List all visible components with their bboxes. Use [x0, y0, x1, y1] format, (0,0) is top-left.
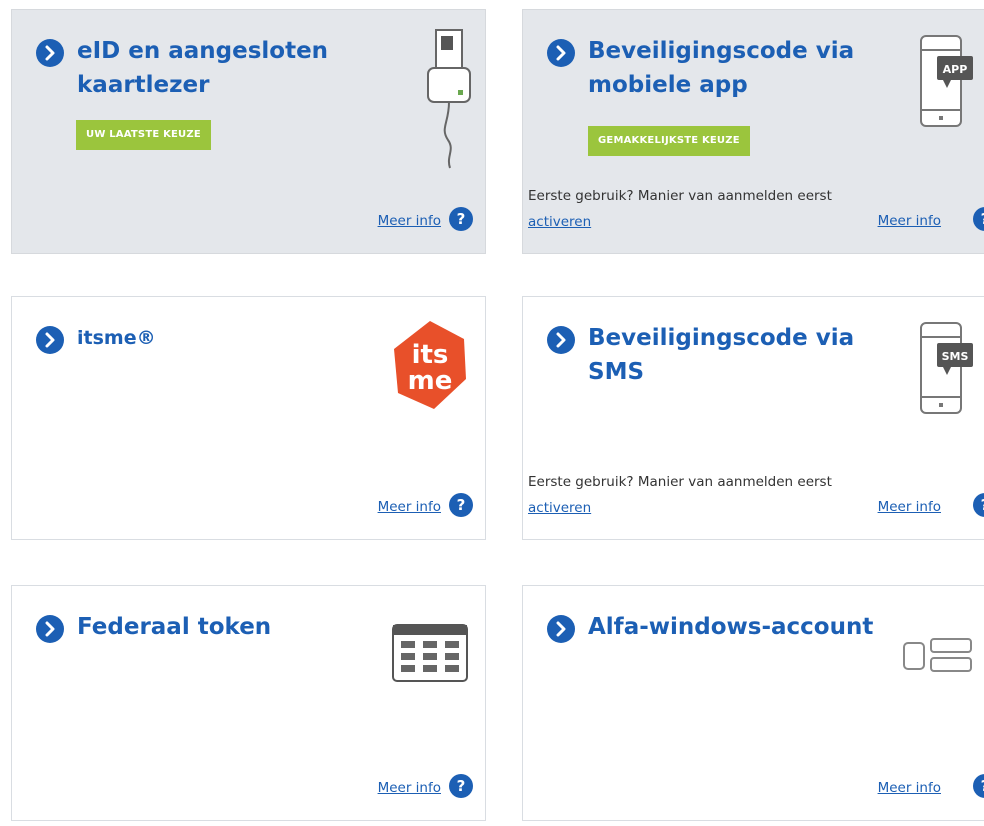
account-icon — [903, 638, 972, 672]
help-icon[interactable]: ? — [449, 207, 473, 231]
first-use-text: Eerste gebruik? Manier van aanmelden eer… — [528, 188, 832, 204]
mobile-app-icon: APP — [920, 35, 973, 127]
sms-icon-label: SMS — [942, 350, 969, 363]
token-grid-icon — [392, 624, 468, 682]
chevron-right-icon[interactable] — [547, 615, 575, 643]
option-title[interactable]: Alfa-windows-account — [588, 610, 888, 644]
easiest-choice-badge: GEMAKKELIJKSTE KEUZE — [588, 126, 750, 156]
login-option-sms[interactable]: Beveiligingscode via SMS SMS Eerste gebr… — [522, 296, 984, 540]
login-option-federal-token[interactable]: Federaal token Meer info ? — [11, 585, 486, 821]
chevron-right-icon[interactable] — [36, 39, 64, 67]
chevron-right-icon[interactable] — [36, 615, 64, 643]
option-title[interactable]: Beveiligingscode via SMS — [588, 321, 888, 389]
more-info-link[interactable]: Meer info — [378, 780, 441, 796]
activate-link[interactable]: activeren — [528, 214, 591, 230]
help-icon[interactable]: ? — [973, 207, 984, 231]
chevron-right-icon[interactable] — [547, 326, 575, 354]
more-info-link[interactable]: Meer info — [378, 499, 441, 515]
first-use-text: Eerste gebruik? Manier van aanmelden eer… — [528, 474, 832, 490]
option-title[interactable]: Beveiligingscode via mobiele app — [588, 34, 908, 102]
first-use-note: Eerste gebruik? Manier van aanmelden eer… — [528, 183, 868, 235]
login-option-eid[interactable]: eID en aangesloten kaartlezer UW LAATSTE… — [11, 9, 486, 254]
activate-link[interactable]: activeren — [528, 500, 591, 516]
help-icon[interactable]: ? — [449, 774, 473, 798]
last-choice-badge: UW LAATSTE KEUZE — [76, 120, 211, 150]
option-title[interactable]: eID en aangesloten kaartlezer — [77, 34, 377, 102]
sms-phone-icon: SMS — [920, 322, 973, 414]
itsme-logo-bottom: me — [408, 366, 453, 396]
login-option-mobile-app[interactable]: Beveiligingscode via mobiele app GEMAKKE… — [522, 9, 984, 254]
card-reader-icon — [427, 29, 471, 169]
help-icon[interactable]: ? — [973, 493, 984, 517]
chevron-right-icon[interactable] — [36, 326, 64, 354]
help-icon[interactable]: ? — [449, 493, 473, 517]
more-info-link[interactable]: Meer info — [878, 499, 941, 515]
more-info-link[interactable]: Meer info — [878, 213, 941, 229]
itsme-logo: its me — [394, 321, 466, 409]
login-option-alfa-windows-account[interactable]: Alfa-windows-account Meer info ? — [522, 585, 984, 821]
more-info-link[interactable]: Meer info — [878, 780, 941, 796]
option-title[interactable]: itsme® — [77, 321, 377, 355]
chevron-right-icon[interactable] — [547, 39, 575, 67]
first-use-note: Eerste gebruik? Manier van aanmelden eer… — [528, 469, 868, 521]
help-icon[interactable]: ? — [973, 774, 984, 798]
more-info-link[interactable]: Meer info — [378, 213, 441, 229]
app-icon-label: APP — [943, 63, 968, 76]
login-option-itsme[interactable]: itsme® its me Meer info ? — [11, 296, 486, 540]
option-title[interactable]: Federaal token — [77, 610, 377, 644]
